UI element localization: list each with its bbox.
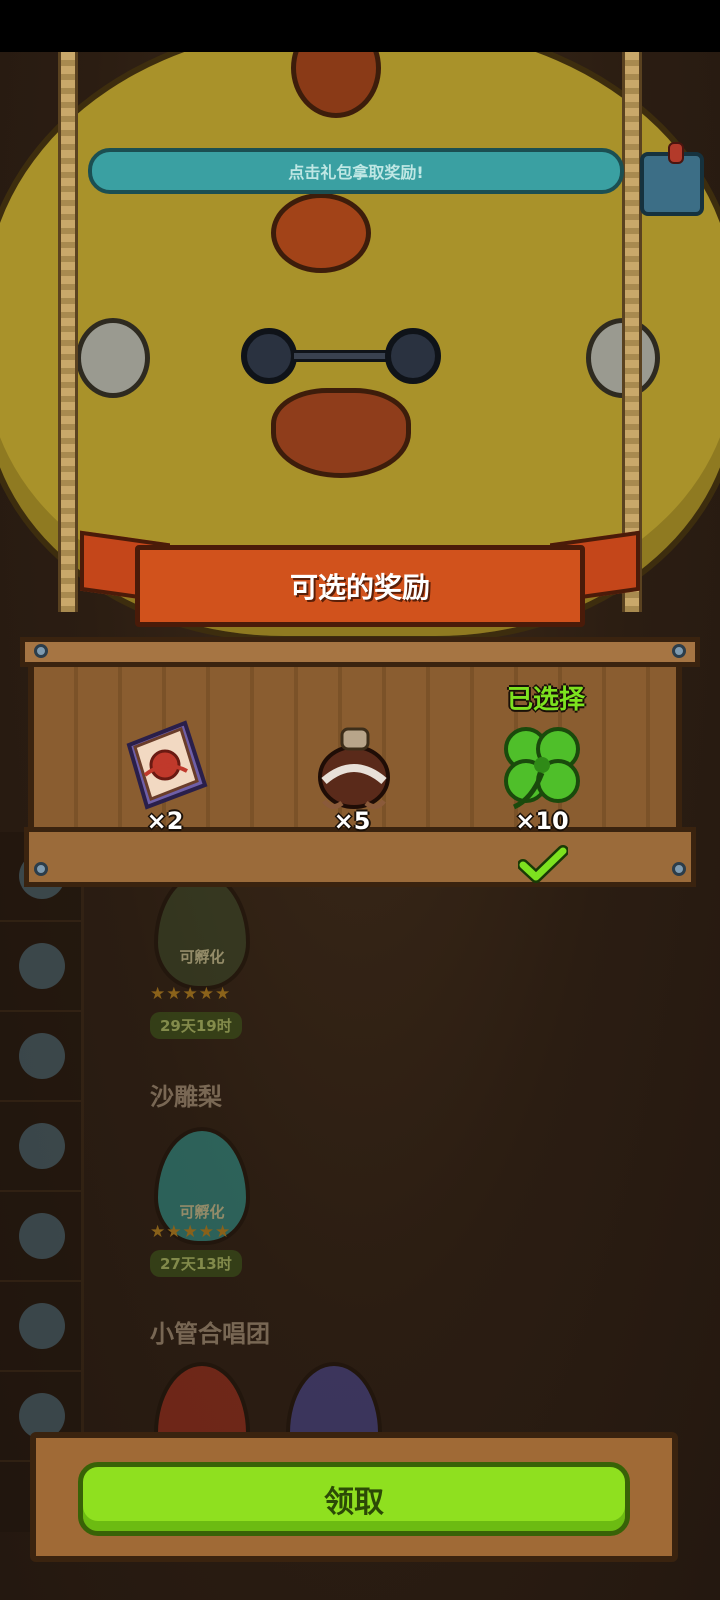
creature-icon	[19, 943, 65, 989]
game-stage: 可孵化 ★★★★★ 29天19时 沙雕梨 可孵化 ★★★★★ 27天13时 小管…	[0, 52, 720, 1600]
status-bar	[0, 0, 720, 52]
chick-beak	[271, 388, 411, 478]
bolt-icon	[34, 644, 48, 658]
bolt-icon	[672, 862, 686, 876]
creature-icon	[19, 1213, 65, 1259]
goggle-lens-left	[241, 328, 297, 384]
crate-top-plank	[20, 637, 700, 667]
claim-button[interactable]: 领取	[78, 1462, 630, 1536]
goggle-lens-right	[385, 328, 441, 384]
sidebar-creature-slot	[0, 1282, 84, 1372]
reward-quantity: ×5	[333, 807, 371, 835]
chick-eye-left	[76, 318, 150, 398]
rating-stars: ★★★★★	[150, 984, 232, 1004]
scroll-icon	[126, 720, 208, 810]
group-title: 沙雕梨	[150, 1083, 222, 1111]
group-title: 小管合唱团	[150, 1320, 270, 1348]
sidebar-creature-slot	[0, 1102, 84, 1192]
bolt-icon	[672, 644, 686, 658]
chick-wattle	[271, 193, 371, 273]
collection-sidebar	[0, 832, 84, 1532]
egg-status: 可孵化	[179, 1203, 225, 1221]
goggle-bridge	[291, 350, 391, 362]
creature-icon	[19, 1303, 65, 1349]
reward-item-clover[interactable]: ×10	[472, 707, 612, 847]
gift-ribbon	[668, 142, 684, 164]
rope-left	[58, 52, 78, 612]
title-ribbon: 可选的奖励	[80, 530, 640, 632]
reward-item-potion[interactable]: ×5	[282, 707, 422, 847]
rope-right	[622, 52, 642, 612]
gift-box-icon[interactable]	[640, 142, 704, 216]
goggles-icon	[241, 328, 441, 388]
reward-quantity: ×2	[146, 807, 184, 835]
sidebar-creature-slot	[0, 922, 84, 1012]
panel-title: 可选的奖励	[135, 545, 585, 627]
creature-icon	[19, 1033, 65, 1079]
background-collection-list: 可孵化 ★★★★★ 29天19时 沙雕梨 可孵化 ★★★★★ 27天13时 小管…	[0, 832, 720, 1532]
hint-banner: 点击礼包拿取奖励!	[88, 148, 624, 194]
checkmark-icon	[518, 845, 568, 883]
chick-comb	[291, 52, 381, 118]
sidebar-creature-slot	[0, 1192, 84, 1282]
four-leaf-clover-icon	[504, 727, 580, 810]
reward-item-scroll[interactable]: ×2	[95, 707, 235, 847]
potion-bag-icon	[318, 727, 390, 809]
sidebar-creature-slot	[0, 1012, 84, 1102]
hatch-timer: 29天19时	[150, 1012, 242, 1039]
rating-stars: ★★★★★	[150, 1222, 232, 1242]
egg-status: 可孵化	[179, 948, 225, 966]
hatch-timer: 27天13时	[150, 1250, 242, 1277]
egg-icon: 可孵化	[154, 872, 250, 990]
bolt-icon	[34, 862, 48, 876]
reward-quantity: ×10	[515, 807, 569, 835]
creature-icon	[19, 1123, 65, 1169]
